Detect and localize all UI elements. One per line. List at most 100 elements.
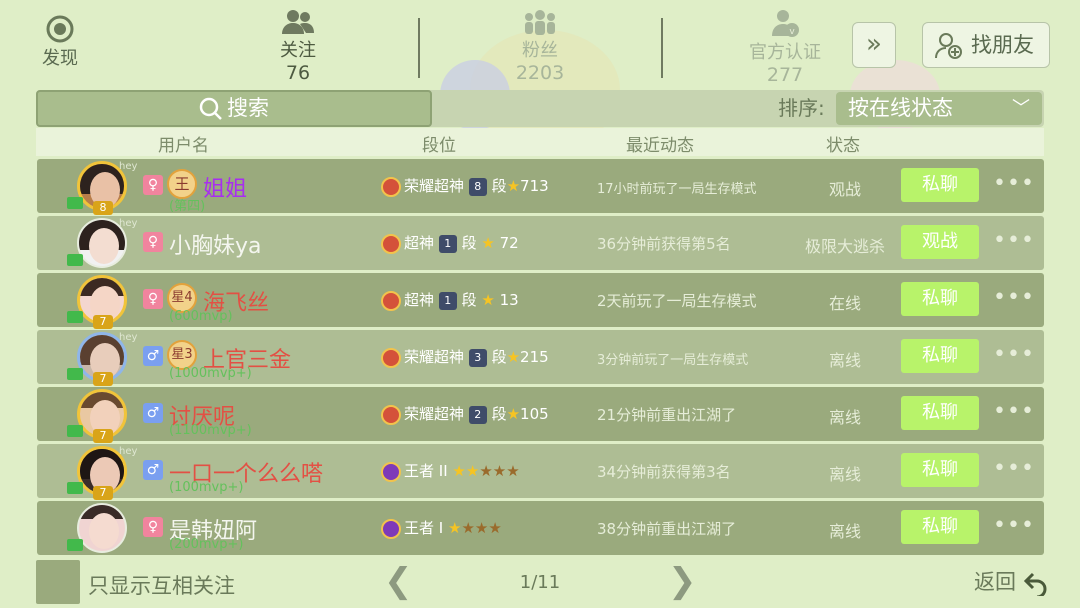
empty-star-icon: ★★★ — [479, 462, 520, 480]
hey-tag: hey — [119, 446, 138, 457]
chat-button[interactable]: 私聊 — [901, 282, 979, 316]
mutual-follow-label: 只显示互相关注 — [88, 574, 235, 598]
tier: 荣耀超神 8 段★713 — [381, 175, 549, 197]
star-icon: ★ — [481, 291, 495, 309]
find-friend-button[interactable]: 找朋友 — [922, 22, 1050, 68]
search-button[interactable]: 搜索 — [36, 90, 432, 127]
crowd-icon — [525, 10, 555, 35]
divider — [661, 18, 663, 78]
tier-num: 3 — [468, 348, 487, 367]
list-item[interactable]: 7 ♀ 星4 海飞丝 (600mvp) 超神 1 段 ★ 13 2天前玩了一局生… — [37, 273, 1044, 329]
star-count: 713 — [520, 177, 549, 195]
tier-num: 8 — [468, 177, 487, 196]
svg-text:v: v — [789, 27, 795, 37]
chevron-down-icon: ﹀ — [1012, 98, 1030, 119]
column-header: 用户名 段位 最近动态 状态 — [36, 128, 1044, 156]
female-icon: ♀ — [143, 289, 163, 309]
page-indicator: 1/11 — [519, 572, 561, 593]
recent-activity: 36分钟前获得第5名 — [597, 235, 731, 253]
status: 离线 — [828, 408, 861, 427]
nav-follow[interactable]: 关注 76 — [266, 8, 330, 84]
next-page-icon[interactable]: ❯ — [668, 564, 697, 598]
chat-button[interactable]: 私聊 — [901, 453, 979, 487]
king-emblem-icon — [381, 461, 401, 482]
more-icon[interactable]: ••• — [993, 285, 1035, 310]
online-tag-icon — [67, 254, 83, 266]
tier-num: 1 — [438, 234, 457, 253]
expand-button[interactable]: » — [852, 22, 896, 68]
chat-button[interactable]: 私聊 — [901, 168, 979, 202]
status: 观战 — [828, 180, 861, 199]
hey-tag: hey — [119, 218, 138, 229]
user-sub: (第四) — [169, 199, 206, 214]
back-arrow-icon — [1023, 572, 1047, 596]
avatar[interactable]: 7 — [77, 389, 129, 443]
more-icon[interactable]: ••• — [993, 228, 1035, 253]
tier-suffix: 段 — [491, 177, 507, 195]
level-badge: 7 — [93, 315, 113, 329]
tier: 王者 I ★★★★ — [381, 517, 502, 539]
tier-suffix: 段 — [491, 348, 507, 366]
status: 离线 — [828, 522, 861, 541]
sort-select[interactable]: 按在线状态 ﹀ — [836, 92, 1042, 125]
male-icon: ♂ — [143, 346, 163, 366]
user-sub: (600mvp) — [169, 309, 233, 324]
male-icon: ♂ — [143, 403, 163, 423]
list-item[interactable]: ♀ 是韩妞阿 (200mvp+) 王者 I ★★★★ 38分钟前重出江湖了 离线… — [37, 501, 1044, 555]
list-item[interactable]: 7 ♂ 讨厌呢 (1100mvp+) 荣耀超神 2 段★105 21分钟前重出江… — [37, 387, 1044, 443]
tier-emblem-icon — [381, 290, 401, 311]
col-username: 用户名 — [158, 136, 209, 156]
star-icon: ★ — [506, 177, 521, 195]
recent-activity: 34分钟前获得第3名 — [597, 463, 731, 481]
avatar[interactable]: 7 — [77, 275, 129, 329]
spectate-button[interactable]: 观战 — [901, 225, 979, 259]
more-icon[interactable]: ••• — [993, 399, 1035, 424]
tier: 超神 1 段 ★ 72 — [381, 232, 519, 254]
status: 离线 — [828, 351, 861, 370]
male-icon: ♂ — [143, 460, 163, 480]
empty-star-icon: ★★★ — [461, 519, 502, 537]
tier: 荣耀超神 3 段★215 — [381, 346, 549, 368]
back-label: 返回 — [974, 570, 1016, 594]
tier-name: 荣耀超神 — [404, 177, 465, 195]
star-count: 13 — [499, 291, 519, 309]
king-emblem-icon — [381, 518, 401, 539]
list-item[interactable]: 7 hey ♂ 星3 上官三金 (1000mvp+) 荣耀超神 3 段★215 … — [37, 330, 1044, 386]
nav-fans[interactable]: 粉丝 2203 — [490, 8, 590, 84]
divider — [418, 18, 420, 78]
list-item[interactable]: hey ♀ 小胸妹ya 超神 1 段 ★ 72 36分钟前获得第5名 极限大逃杀… — [37, 216, 1044, 270]
tier-name: 荣耀超神 — [404, 348, 465, 366]
chat-button[interactable]: 私聊 — [901, 396, 979, 430]
tier-emblem-icon — [381, 176, 401, 197]
nav-follow-label: 关注 — [280, 40, 316, 61]
tier-num: 2 — [468, 405, 487, 424]
tier-emblem-icon — [381, 233, 401, 254]
more-icon[interactable]: ••• — [993, 342, 1035, 367]
more-icon[interactable]: ••• — [993, 513, 1035, 538]
more-icon[interactable]: ••• — [993, 456, 1035, 481]
search-bar: 搜索 排序: 按在线状态 ﹀ — [36, 90, 1044, 127]
back-button[interactable]: 返回 — [974, 566, 1049, 596]
tier-suffix: 段 — [461, 234, 477, 252]
star-icon: ★ — [506, 405, 521, 423]
more-icon[interactable]: ••• — [993, 171, 1035, 196]
recent-activity: 17小时前玩了一局生存模式 — [597, 182, 757, 197]
sort-value: 按在线状态 — [848, 96, 953, 120]
top-nav: 发现 关注 76 粉丝 2203 v 官方认证 277 » 找朋友 — [0, 0, 1080, 88]
chat-button[interactable]: 私聊 — [901, 339, 979, 373]
nav-discover[interactable]: 发现 — [36, 14, 84, 70]
search-icon — [199, 97, 222, 120]
list-item[interactable]: 7 hey ♂ 一口一个么么嗒 (100mvp+) 王者 II ★★★★★ 34… — [37, 444, 1044, 500]
col-recent: 最近动态 — [626, 136, 694, 156]
star-count: 105 — [520, 405, 549, 423]
level-badge: 7 — [93, 486, 113, 500]
female-icon: ♀ — [143, 232, 163, 252]
status: 极限大逃杀 — [804, 237, 885, 256]
status: 离线 — [828, 465, 861, 484]
list-item[interactable]: 8 hey ♀ 王 姐姐 (第四) 荣耀超神 8 段★713 17小时前玩了一局… — [37, 159, 1044, 215]
nav-official[interactable]: v 官方认证 277 — [735, 8, 835, 86]
chat-button[interactable]: 私聊 — [901, 510, 979, 544]
mutual-follow-checkbox[interactable] — [36, 560, 80, 604]
prev-page-icon[interactable]: ❮ — [384, 564, 413, 598]
avatar[interactable] — [77, 503, 129, 555]
